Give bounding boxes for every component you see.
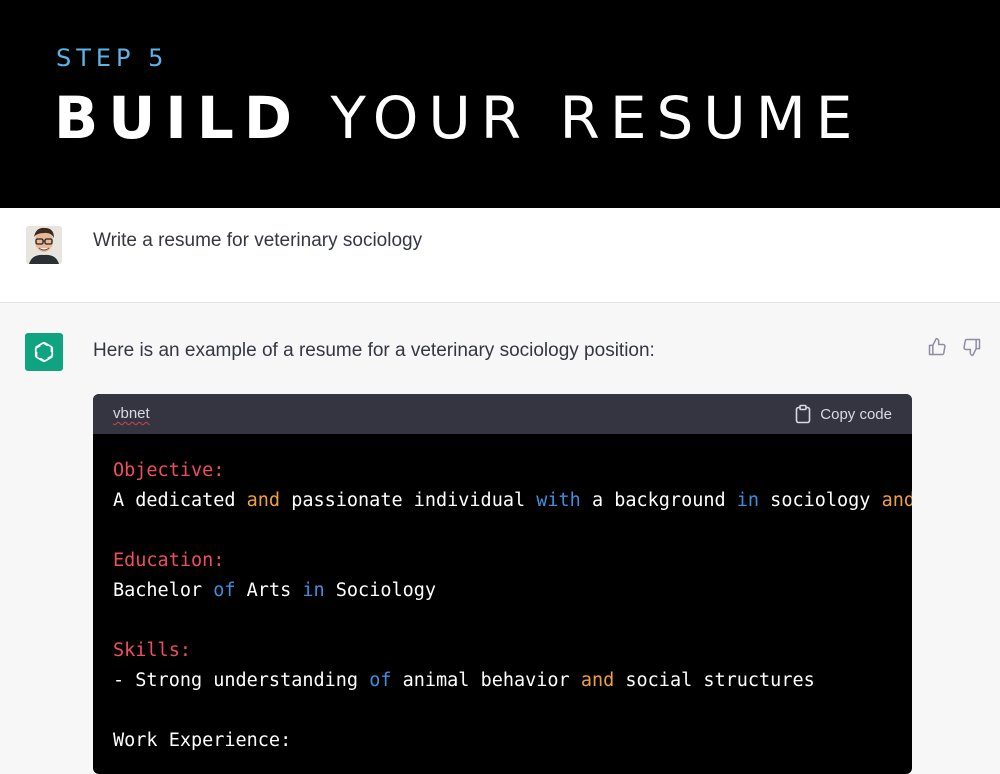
code-language-label: vbnet <box>113 405 150 422</box>
user-message-row: Write a resume for veterinary sociology <box>0 208 1000 303</box>
user-avatar <box>26 226 62 264</box>
code-token: - Strong understanding <box>113 670 370 691</box>
clipboard-icon <box>795 404 811 424</box>
code-token: of <box>213 580 236 601</box>
code-token: social structures <box>614 670 815 691</box>
code-block: vbnet Copy code Objective: A dedicated an… <box>93 394 912 774</box>
code-line: Skills: <box>113 636 892 666</box>
code-token: a background <box>580 490 737 511</box>
code-line: Education: <box>113 546 892 576</box>
code-line: Work Experience: <box>113 726 892 756</box>
code-token: passionate individual <box>280 490 537 511</box>
code-line: - Strong understanding of animal behavio… <box>113 666 892 696</box>
thumbs-up-icon <box>928 337 946 356</box>
user-avatar-photo <box>26 226 62 264</box>
banner: STEP 5 BUILD YOUR RESUME <box>0 0 1000 208</box>
code-token: Education: <box>113 550 225 571</box>
code-token: and <box>881 490 912 511</box>
code-token: sociology <box>759 490 882 511</box>
thumbs-up-button[interactable] <box>926 336 948 358</box>
code-token: Bachelor <box>113 580 214 601</box>
code-token: A dedicated <box>113 490 247 511</box>
page-title: BUILD YOUR RESUME <box>54 84 862 152</box>
code-token: in <box>736 490 760 511</box>
code-content: Objective: A dedicated and passionate ind… <box>93 434 912 756</box>
code-line: Objective: <box>113 456 892 486</box>
copy-code-button[interactable]: Copy code <box>795 402 892 426</box>
code-token: in <box>302 580 325 601</box>
openai-logo-icon <box>25 333 63 371</box>
thumbs-down-button[interactable] <box>961 336 983 358</box>
code-token: Skills: <box>113 640 191 661</box>
code-line: Bachelor of Arts in Sociology <box>113 576 892 606</box>
code-token: and <box>246 490 281 511</box>
page-title-bold: BUILD <box>54 84 302 152</box>
code-token: Objective: <box>113 460 225 481</box>
code-line: A dedicated and passionate individual wi… <box>113 486 912 516</box>
assistant-message-text: Here is an example of a resume for a vet… <box>93 340 655 361</box>
assistant-message-row: Here is an example of a resume for a vet… <box>0 303 1000 774</box>
thumbs-down-icon <box>963 338 981 357</box>
user-message-text: Write a resume for veterinary sociology <box>93 230 423 251</box>
code-token: Sociology <box>324 580 437 601</box>
code-token: with <box>536 490 581 511</box>
page-title-light: YOUR RESUME <box>330 84 863 152</box>
step-label: STEP 5 <box>56 44 169 72</box>
code-token: and <box>580 670 615 691</box>
code-token: Work Experience: <box>113 730 292 751</box>
code-token: of <box>369 670 392 691</box>
code-token: Arts <box>235 580 303 601</box>
code-block-header: vbnet Copy code <box>93 394 912 434</box>
copy-code-label: Copy code <box>820 405 892 423</box>
code-token: animal behavior <box>391 670 581 691</box>
